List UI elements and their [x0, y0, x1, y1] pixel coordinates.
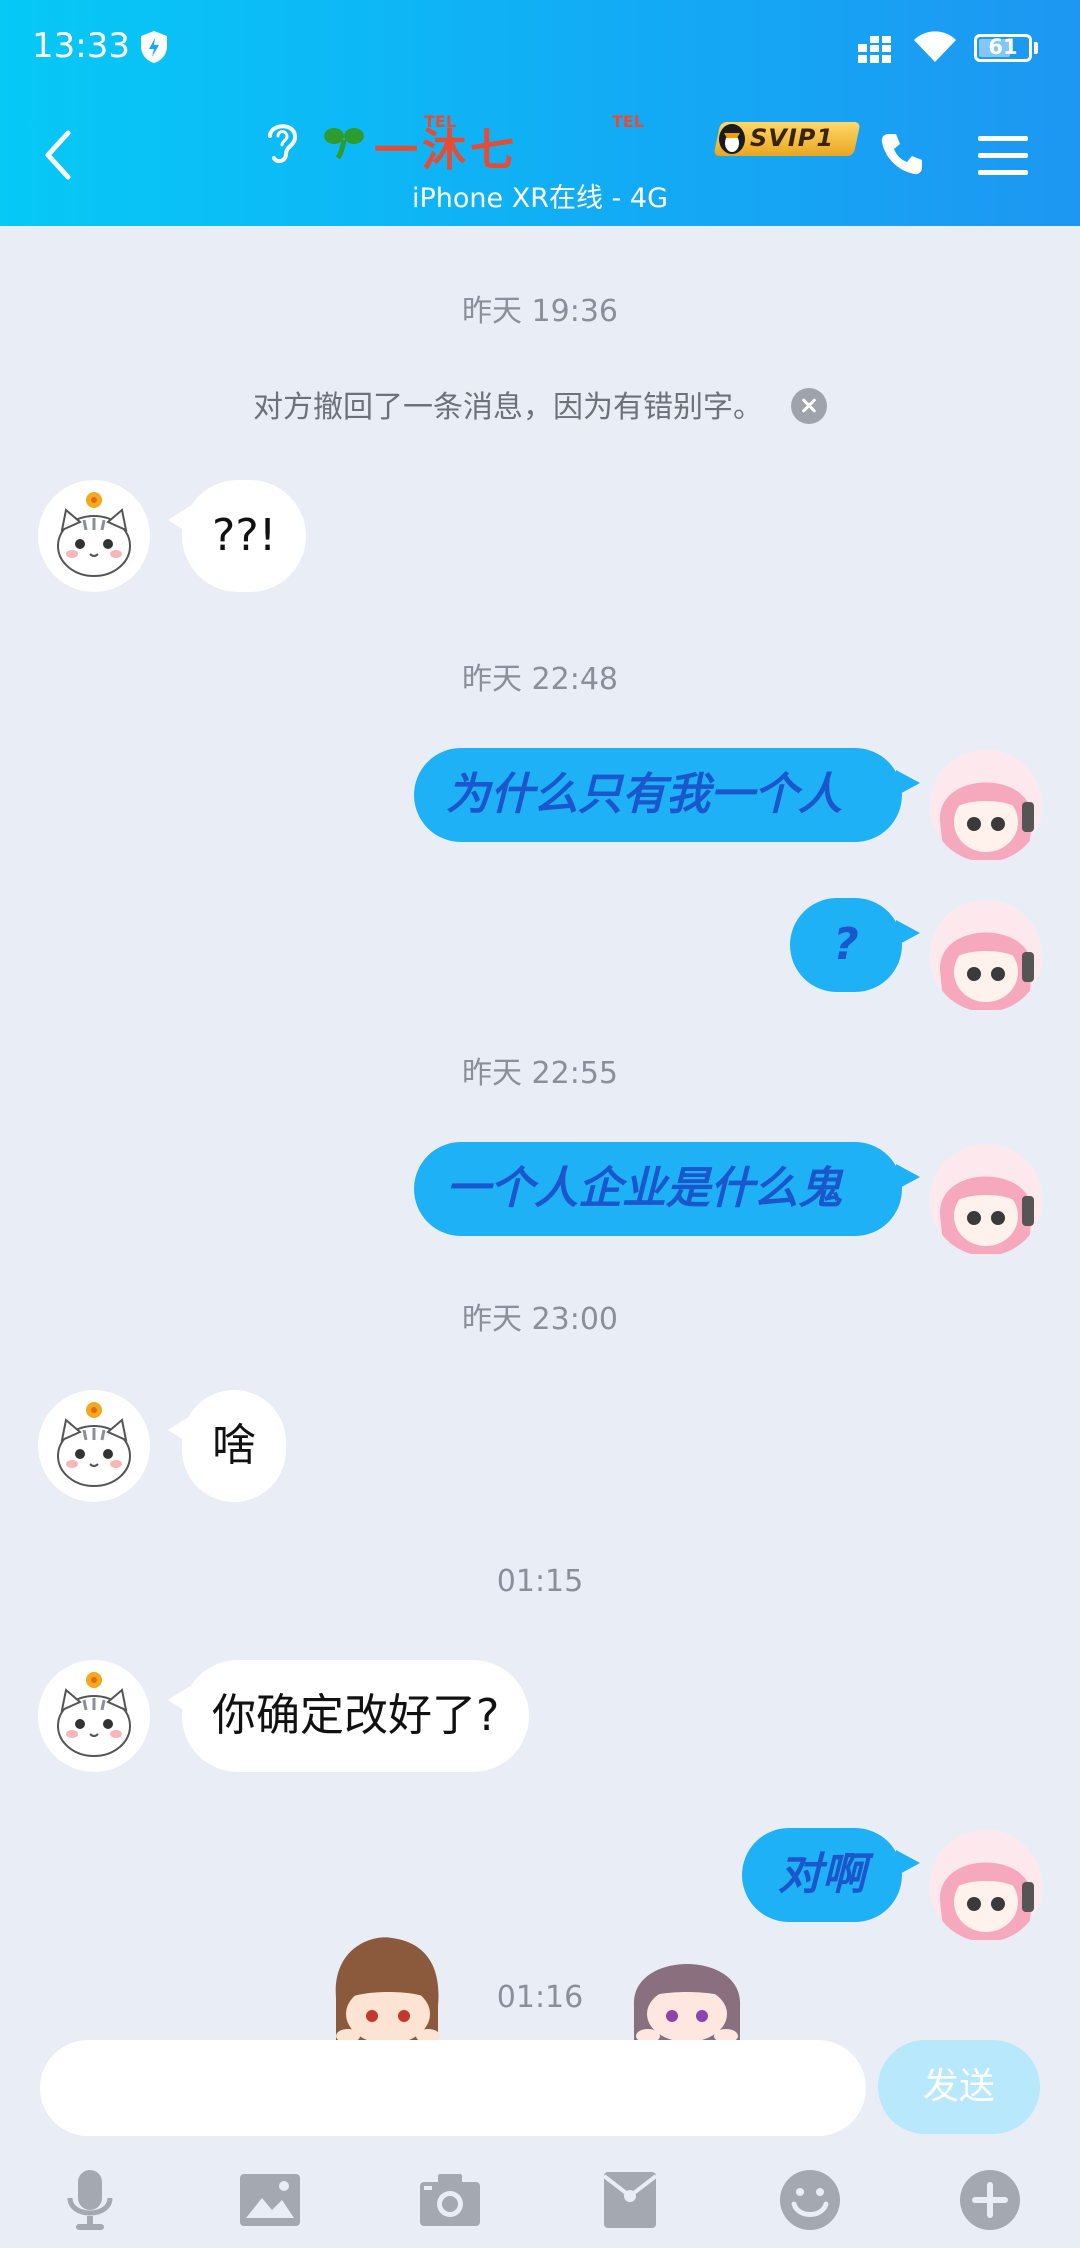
sprout-icon: [324, 128, 364, 160]
chat-header: 13:33 61 一沐七 TEL TEL SVIP1 iPhone XR在线 -…: [0, 0, 1080, 226]
timestamp: 昨天 19:36: [462, 294, 618, 329]
penguin-icon: [719, 124, 745, 154]
input-bar: 发送: [0, 2040, 1080, 2248]
tel-tag: TEL: [424, 112, 457, 131]
message-bubble-incoming[interactable]: 啥: [168, 1390, 286, 1502]
message-bubble-incoming[interactable]: ??!: [167, 480, 307, 592]
battery-level: 61: [988, 35, 1018, 59]
message-input[interactable]: [40, 2040, 866, 2136]
battery-tip: [1034, 42, 1038, 54]
battery-icon: 61: [974, 34, 1032, 62]
contact-nickname[interactable]: 一沐七 TEL TEL SVIP1: [322, 108, 882, 176]
my-avatar[interactable]: [930, 1144, 1042, 1256]
svip-label: SVIP1: [750, 124, 835, 152]
message-bubble-outgoing[interactable]: ?: [790, 898, 920, 992]
my-avatar[interactable]: [930, 750, 1042, 862]
image-icon[interactable]: [238, 2168, 302, 2232]
wifi-icon: [914, 31, 956, 62]
message-bubble-incoming[interactable]: 你确定改好了?: [167, 1660, 530, 1772]
status-time: 13:33: [32, 26, 130, 66]
signal-grid-icon: [858, 36, 891, 63]
my-avatar[interactable]: [930, 900, 1042, 1012]
camera-icon[interactable]: [418, 2168, 482, 2232]
close-icon[interactable]: [791, 387, 827, 424]
plus-icon[interactable]: [958, 2168, 1022, 2232]
contact-avatar[interactable]: [38, 480, 150, 592]
ear-icon[interactable]: [262, 118, 302, 166]
message-bubble-outgoing[interactable]: 为什么只有我一个人: [414, 748, 920, 842]
timestamp: 昨天 22:55: [462, 1056, 618, 1091]
chat-message-list[interactable]: 昨天 19:36 对方撤回了一条消息，因为有错别字。 ??! 昨天 22:48 …: [0, 226, 1080, 2040]
recall-notice: 对方撤回了一条消息，因为有错别字。: [0, 382, 1080, 427]
mic-icon[interactable]: [58, 2168, 122, 2232]
recall-notice-text: 对方撤回了一条消息，因为有错别字。: [253, 390, 763, 425]
shield-icon: [141, 31, 167, 63]
red-packet-icon[interactable]: [598, 2168, 662, 2232]
menu-icon[interactable]: [978, 134, 1028, 178]
contact-avatar[interactable]: [38, 1660, 150, 1772]
back-icon[interactable]: [44, 130, 72, 180]
message-bubble-outgoing[interactable]: 一个人企业是什么鬼: [414, 1142, 920, 1236]
my-avatar[interactable]: [930, 1830, 1042, 1942]
online-status: iPhone XR在线 - 4G: [412, 183, 668, 214]
timestamp: 昨天 23:00: [462, 1302, 618, 1337]
message-bubble-outgoing[interactable]: 对啊: [742, 1828, 920, 1922]
phone-icon[interactable]: [878, 130, 926, 178]
contact-avatar[interactable]: [38, 1390, 150, 1502]
timestamp: 01:15: [496, 1564, 584, 1599]
timestamp: 昨天 22:48: [462, 662, 618, 697]
tel-tag-2: TEL: [612, 112, 645, 131]
send-button[interactable]: 发送: [878, 2040, 1040, 2134]
timestamp: 01:16: [496, 1980, 584, 2015]
emoji-icon[interactable]: [778, 2168, 842, 2232]
